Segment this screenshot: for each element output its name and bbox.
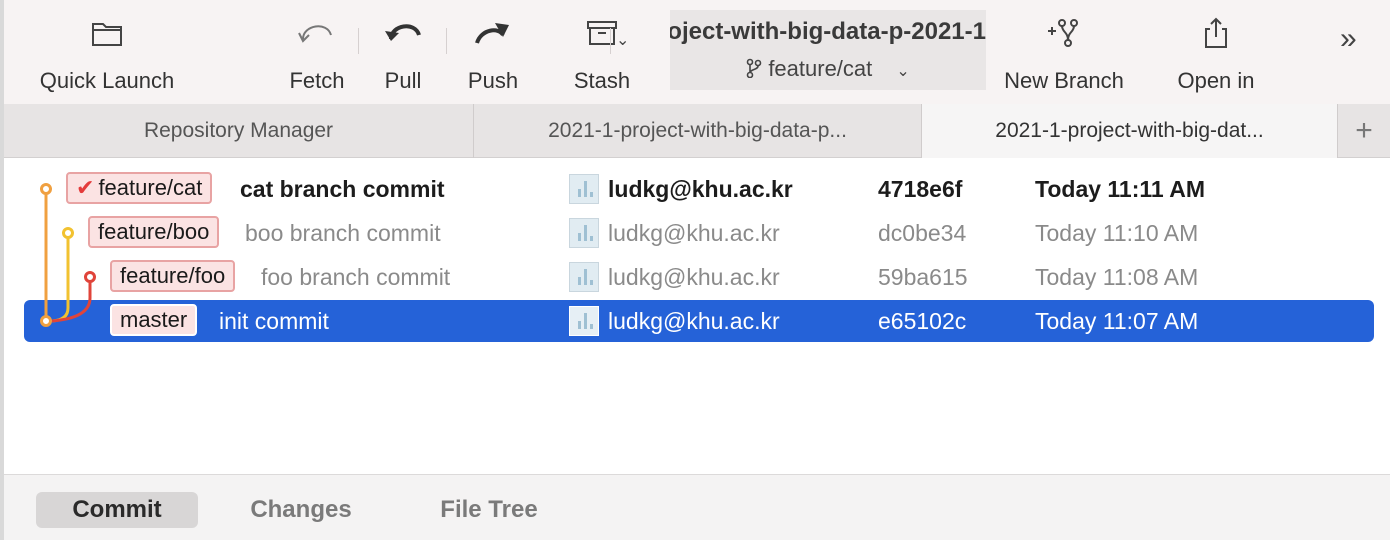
branch-tag: feature/foo: [110, 260, 236, 292]
push-button[interactable]: Push: [460, 0, 526, 104]
open-in-button[interactable]: Open in: [1172, 0, 1260, 104]
push-label: Push: [467, 68, 519, 93]
commit-node: [84, 271, 96, 283]
tab-label: 2021-1-project-with-big-dat...: [995, 119, 1264, 142]
tab-commit[interactable]: Commit: [36, 492, 198, 528]
toolbar: Quick Launch Fetch Pull Push Stash ⌄ 202…: [4, 0, 1390, 104]
tab-file-tree[interactable]: File Tree: [414, 492, 564, 528]
quick-launch-label: Quick Launch: [39, 68, 175, 93]
fetch-icon: [297, 0, 337, 66]
push-icon: [473, 0, 513, 66]
commit-row[interactable]: master init commit ludkg@khu.ac.kr e6510…: [24, 300, 1374, 342]
commit-date: Today 11:07 AM: [1035, 308, 1199, 334]
commit-date: Today 11:10 AM: [1035, 220, 1199, 246]
avatar: [569, 174, 599, 204]
commit-hash: 4718e6f: [878, 176, 963, 202]
new-branch-label: New Branch: [1004, 68, 1124, 93]
tab-label: Repository Manager: [143, 119, 334, 142]
app-window: Quick Launch Fetch Pull Push Stash ⌄ 202…: [0, 0, 1390, 540]
commit-author: ludkg@khu.ac.kr: [608, 308, 780, 334]
share-icon: [1202, 0, 1230, 66]
chevron-down-icon: ⌄: [896, 63, 910, 80]
commit-date: Today 11:08 AM: [1035, 264, 1199, 290]
commit-hash: 59ba615: [878, 264, 968, 290]
commit-row[interactable]: ✔ feature/cat cat branch commit ludkg@khu…: [24, 168, 1374, 210]
branch-icon: [746, 56, 768, 81]
commit-hash: dc0be34: [878, 220, 967, 246]
commit-row[interactable]: feature/boo boo branch commit ludkg@khu.…: [24, 212, 1374, 254]
tab-repository-manager[interactable]: Repository Manager: [4, 104, 474, 158]
tab-label: Commit: [72, 496, 162, 523]
folder-icon: [91, 0, 123, 66]
avatar: [569, 306, 599, 336]
branch-tag-label: feature/foo: [120, 263, 226, 288]
commit-message: foo branch commit: [261, 264, 451, 290]
pull-icon: [383, 0, 423, 66]
tab-repository-1[interactable]: 2021-1-project-with-big-data-p...: [474, 104, 922, 158]
quick-launch-button[interactable]: Quick Launch: [34, 0, 180, 104]
avatar: [569, 262, 599, 292]
current-branch: feature/cat ⌄: [670, 56, 986, 82]
tab-label: 2021-1-project-with-big-data-p...: [548, 119, 847, 142]
fetch-button[interactable]: Fetch: [282, 0, 352, 104]
commit-node: [40, 315, 52, 327]
graph-line-boo: [51, 233, 70, 323]
tab-label: Changes: [250, 496, 352, 523]
tab-changes[interactable]: Changes: [230, 492, 372, 528]
archive-box-icon: [586, 0, 618, 66]
commit-row[interactable]: feature/foo foo branch commit ludkg@khu.…: [24, 256, 1374, 298]
new-branch-button[interactable]: New Branch: [1000, 0, 1128, 104]
toolbar-divider: [610, 28, 611, 54]
current-branch-label: feature/cat: [768, 56, 873, 81]
stash-menu-chevron-icon[interactable]: ⌄: [616, 30, 629, 50]
new-branch-icon: [1046, 0, 1082, 66]
bottom-tab-bar: Commit Changes File Tree: [4, 474, 1390, 540]
commit-message: init commit: [219, 308, 329, 334]
tab-label: File Tree: [440, 496, 538, 523]
toolbar-divider: [358, 28, 359, 54]
commit-graph: [40, 183, 96, 327]
repository-name: 2021-1-project-with-big-data-p: [670, 18, 986, 45]
commit-node: [40, 183, 52, 195]
pull-label: Pull: [384, 68, 422, 93]
commit-node: [62, 227, 74, 239]
open-in-label: Open in: [1177, 68, 1255, 93]
branch-tag-label: master: [120, 307, 188, 332]
tab-bar: Repository Manager 2021-1-project-with-b…: [4, 104, 1390, 158]
commit-date: Today 11:11 AM: [1035, 176, 1206, 202]
add-tab-icon[interactable]: +: [1338, 104, 1390, 158]
commit-author: ludkg@khu.ac.kr: [608, 176, 793, 202]
toolbar-divider: [446, 28, 447, 54]
toolbar-overflow-icon[interactable]: »: [1340, 22, 1357, 56]
fetch-label: Fetch: [289, 68, 345, 93]
commit-list: master init commit ludkg@khu.ac.kr e6510…: [4, 158, 1390, 474]
stash-button[interactable]: Stash: [564, 0, 640, 104]
commit-hash: e65102c: [878, 308, 967, 334]
avatar: [569, 218, 599, 248]
repository-branch-selector[interactable]: 2021-1-project-with-big-data-p feature/c…: [670, 10, 986, 90]
graph-line-foo: [51, 277, 92, 323]
commit-author: ludkg@khu.ac.kr: [608, 264, 780, 290]
commit-message: cat branch commit: [240, 176, 445, 202]
pull-button[interactable]: Pull: [372, 0, 434, 104]
stash-label: Stash: [573, 68, 631, 93]
commit-author: ludkg@khu.ac.kr: [608, 220, 780, 246]
commit-message: boo branch commit: [245, 220, 441, 246]
tab-repository-2[interactable]: 2021-1-project-with-big-dat...: [922, 104, 1338, 158]
